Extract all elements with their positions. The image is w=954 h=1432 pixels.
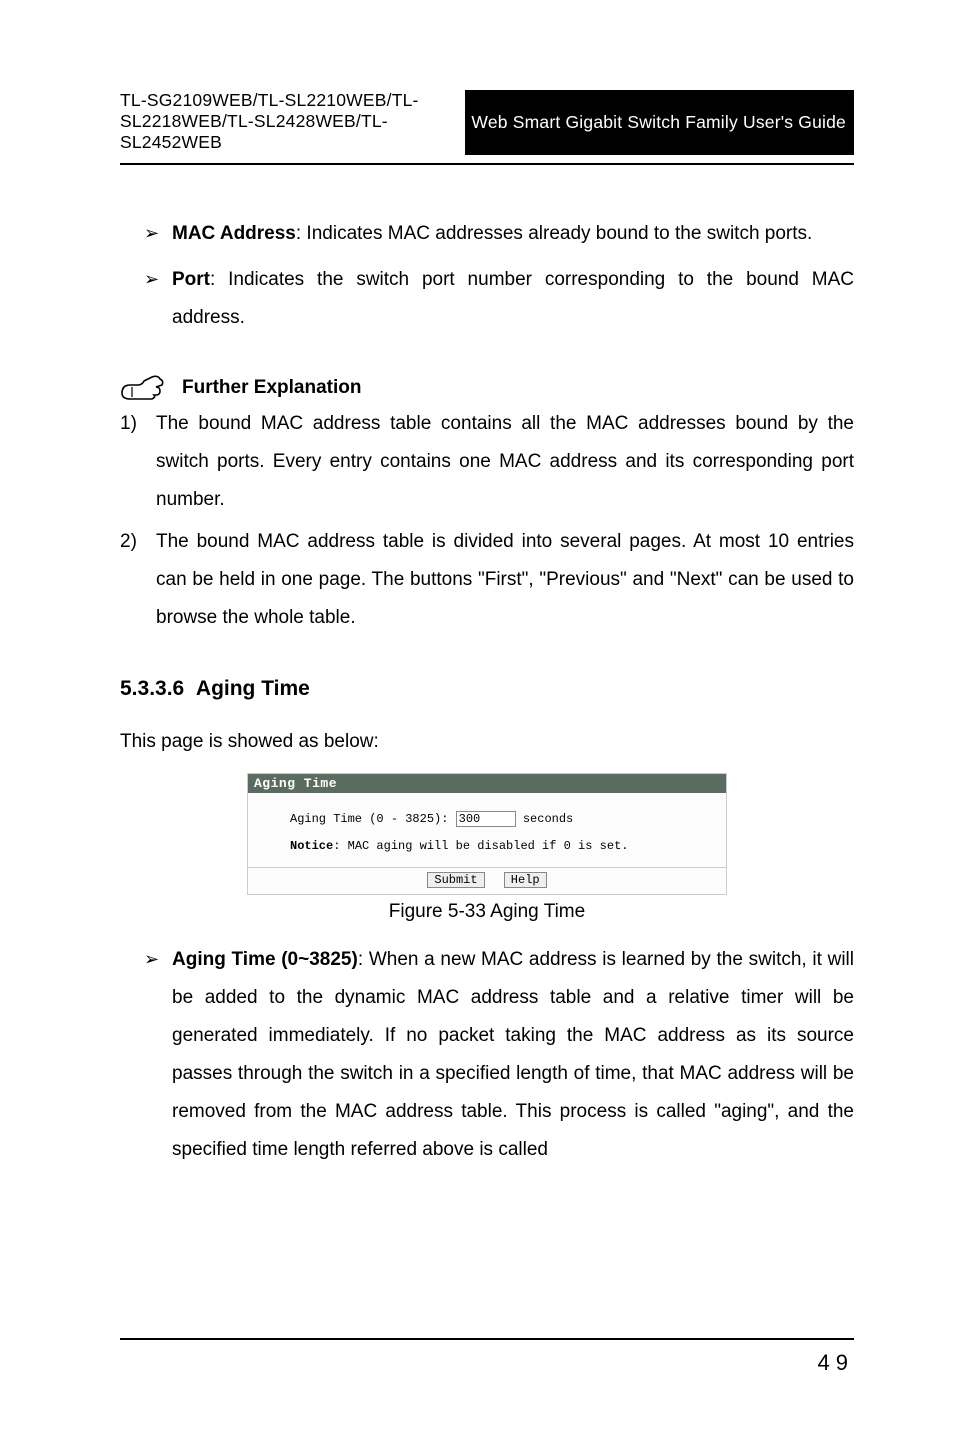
figure-caption: Figure 5-33 Aging Time <box>120 901 854 923</box>
desc-port: : Indicates the switch port number corre… <box>172 269 854 328</box>
section-heading: 5.3.3.6 Aging Time <box>120 677 854 701</box>
submit-button[interactable]: Submit <box>427 872 484 888</box>
hand-pointing-icon <box>120 373 166 403</box>
definition-list: MAC Address: Indicates MAC addresses alr… <box>120 215 854 337</box>
section-title: Aging Time <box>196 677 310 700</box>
figure-aging-time: Aging Time Aging Time (0 - 3825): second… <box>247 773 727 895</box>
aging-time-label: Aging Time (0 - 3825): <box>290 812 448 826</box>
desc-mac-address: : Indicates MAC addresses already bound … <box>296 223 812 244</box>
aging-time-panel: Aging Time Aging Time (0 - 3825): second… <box>247 773 727 895</box>
panel-title: Aging Time <box>248 774 726 793</box>
header-rule <box>120 163 854 165</box>
term-mac-address: MAC Address <box>172 223 296 244</box>
term-port: Port <box>172 269 210 290</box>
notice-prefix: Notice <box>290 839 333 853</box>
page-number: 49 <box>818 1350 854 1376</box>
panel-notice: Notice: MAC aging will be disabled if 0 … <box>290 839 684 853</box>
page-header: TL-SG2109WEB/TL-SL2210WEB/TL-SL2218WEB/T… <box>120 90 854 155</box>
section-number: 5.3.3.6 <box>120 677 184 700</box>
lead-paragraph: This page is showed as below: <box>120 723 854 761</box>
aging-time-input[interactable] <box>456 811 516 827</box>
list-item: MAC Address: Indicates MAC addresses alr… <box>144 215 854 253</box>
term-aging-time: Aging Time (0~3825) <box>172 949 358 970</box>
further-explanation-title: Further Explanation <box>182 377 361 399</box>
list-item: The bound MAC address table is divided i… <box>120 523 854 637</box>
definition-list-aging: Aging Time (0~3825): When a new MAC addr… <box>120 941 854 1169</box>
numbered-list: The bound MAC address table contains all… <box>120 405 854 637</box>
notice-text: : MAC aging will be disabled if 0 is set… <box>333 839 628 853</box>
footer-rule <box>120 1338 854 1340</box>
list-item: The bound MAC address table contains all… <box>120 405 854 519</box>
aging-time-unit: seconds <box>523 812 573 826</box>
header-models: TL-SG2109WEB/TL-SL2210WEB/TL-SL2218WEB/T… <box>120 90 465 155</box>
list-item: Port: Indicates the switch port number c… <box>144 261 854 337</box>
panel-body: Aging Time (0 - 3825): seconds Notice: M… <box>248 793 726 868</box>
further-explanation-header: Further Explanation <box>120 373 854 403</box>
help-button[interactable]: Help <box>504 872 547 888</box>
panel-footer: Submit Help <box>248 868 726 894</box>
header-guide-title: Web Smart Gigabit Switch Family User's G… <box>465 90 854 155</box>
desc-aging-time: : When a new MAC address is learned by t… <box>172 949 854 1160</box>
list-item: Aging Time (0~3825): When a new MAC addr… <box>144 941 854 1169</box>
